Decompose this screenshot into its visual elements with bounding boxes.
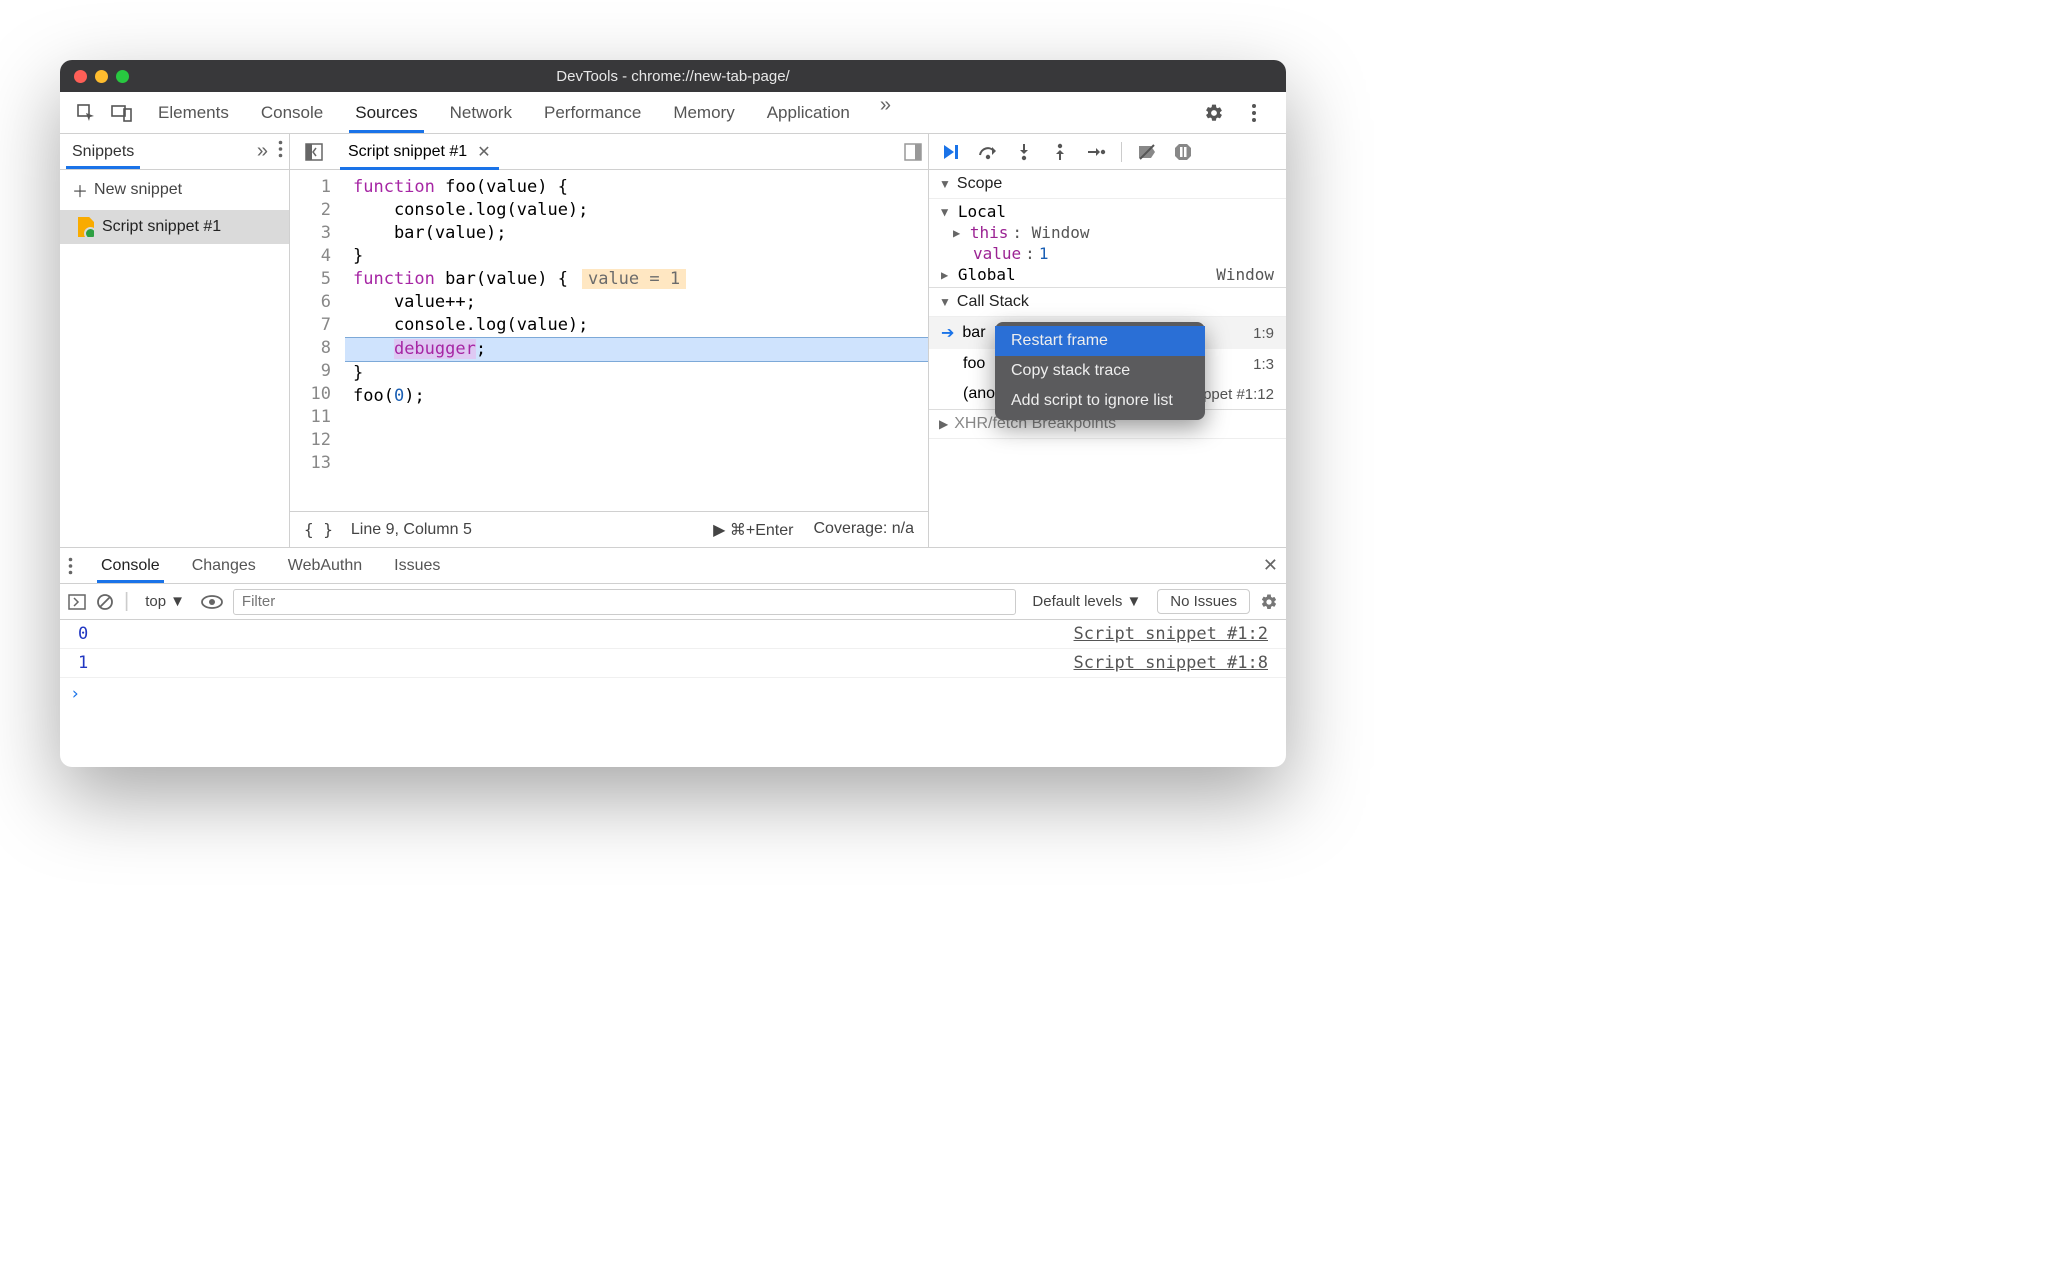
log-row[interactable]: 1 Script snippet #1:8 [60, 649, 1286, 678]
editor-pane: Script snippet #1 ✕ 12345678910111213 fu… [290, 134, 928, 547]
deactivate-breakpoints-button[interactable] [1132, 138, 1162, 166]
menu-add-ignore-list[interactable]: Add script to ignore list [995, 386, 1205, 416]
drawer-tab-webauthn[interactable]: WebAuthn [284, 550, 366, 582]
tab-elements[interactable]: Elements [156, 94, 231, 132]
step-over-button[interactable] [973, 138, 1003, 166]
inspect-element-icon[interactable] [71, 98, 101, 128]
tab-network[interactable]: Network [448, 94, 514, 132]
log-row[interactable]: 0 Script snippet #1:2 [60, 620, 1286, 649]
step-into-button[interactable] [1009, 138, 1039, 166]
snippet-item-label: Script snippet #1 [102, 218, 221, 236]
console-prompt[interactable]: › [60, 678, 1286, 710]
resume-button[interactable] [937, 138, 967, 166]
devtools-window: DevTools - chrome://new-tab-page/ Elemen… [60, 60, 1286, 767]
kebab-menu-icon[interactable] [1239, 98, 1269, 128]
current-exec-line: debugger; [345, 337, 928, 362]
editor-status-bar: { } Line 9, Column 5 ▶ ⌘+Enter Coverage:… [290, 511, 928, 547]
context-selector[interactable]: top ▼ [139, 590, 191, 613]
pause-on-exceptions-button[interactable] [1168, 138, 1198, 166]
snippet-item[interactable]: Script snippet #1 [60, 210, 289, 244]
scope-body: ▼ Local ▶ this: Window value:1 ▶ GlobalW… [929, 199, 1286, 287]
snippet-file-icon [78, 217, 94, 237]
log-source-link[interactable]: Script snippet #1:8 [1074, 653, 1268, 673]
editor-tab-label: Script snippet #1 [348, 143, 467, 161]
close-tab-icon[interactable]: ✕ [477, 142, 490, 162]
drawer-tab-changes[interactable]: Changes [188, 550, 260, 582]
run-snippet-button[interactable]: ▶ ⌘+Enter [713, 520, 793, 540]
new-snippet-label: New snippet [94, 181, 182, 199]
drawer-close-icon[interactable]: ✕ [1263, 555, 1278, 576]
drawer-menu-icon[interactable] [68, 557, 73, 575]
no-issues-button[interactable]: No Issues [1157, 589, 1250, 614]
sidebar-more-icon[interactable]: » [257, 140, 268, 163]
main-tabs: Elements Console Sources Network Perform… [156, 94, 1196, 132]
titlebar: DevTools - chrome://new-tab-page/ [60, 60, 1286, 92]
scope-header[interactable]: ▼ Scope [929, 170, 1286, 199]
menu-copy-stack-trace[interactable]: Copy stack trace [995, 356, 1205, 386]
log-levels-selector[interactable]: Default levels ▼ [1026, 590, 1147, 613]
tab-performance[interactable]: Performance [542, 94, 643, 132]
window-title: DevTools - chrome://new-tab-page/ [60, 68, 1286, 85]
console-output: 0 Script snippet #1:2 1 Script snippet #… [60, 620, 1286, 767]
drawer-tab-issues[interactable]: Issues [390, 550, 444, 582]
callstack-header[interactable]: ▼ Call Stack [929, 287, 1286, 317]
toggle-navigator-icon[interactable] [299, 137, 329, 167]
context-menu: Restart frame Copy stack trace Add scrip… [995, 322, 1205, 420]
menu-restart-frame[interactable]: Restart frame [995, 326, 1205, 356]
console-settings-icon[interactable] [1260, 593, 1278, 611]
console-sidebar-toggle-icon[interactable] [68, 594, 86, 610]
tab-sources[interactable]: Sources [353, 94, 419, 132]
line-gutter: 12345678910111213 [290, 170, 345, 511]
sidebar-tab-snippets[interactable]: Snippets [66, 136, 140, 168]
toggle-debugger-icon[interactable] [904, 143, 922, 161]
tab-application[interactable]: Application [765, 94, 852, 132]
debugger-pane: ▼ Scope ▼ Local ▶ this: Window value:1 ▶… [928, 134, 1286, 547]
coverage-status: Coverage: n/a [813, 520, 914, 540]
code-editor[interactable]: 12345678910111213 function foo(value) { … [290, 170, 928, 511]
tab-console[interactable]: Console [259, 94, 325, 132]
device-toggle-icon[interactable] [107, 98, 137, 128]
clear-console-icon[interactable] [96, 593, 114, 611]
main-toolbar: Elements Console Sources Network Perform… [60, 92, 1286, 134]
more-tabs-icon[interactable]: » [880, 94, 891, 132]
drawer-tab-console[interactable]: Console [97, 550, 164, 582]
tab-memory[interactable]: Memory [671, 94, 736, 132]
step-out-button[interactable] [1045, 138, 1075, 166]
plus-icon: ＋ [72, 178, 88, 202]
inline-value-hint: value = 1 [582, 269, 686, 289]
drawer: Console Changes WebAuthn Issues ✕ | top … [60, 547, 1286, 767]
navigator-sidebar: Snippets » ＋ New snippet Script snippet … [60, 134, 290, 547]
live-expression-icon[interactable] [201, 595, 223, 609]
cursor-position: Line 9, Column 5 [351, 521, 472, 539]
sidebar-menu-icon[interactable] [278, 140, 283, 163]
console-filter-input[interactable] [233, 589, 1016, 615]
new-snippet-button[interactable]: ＋ New snippet [60, 170, 289, 210]
debug-toolbar [929, 134, 1286, 170]
settings-icon[interactable] [1199, 98, 1229, 128]
triangle-down-icon: ▼ [939, 177, 951, 191]
log-source-link[interactable]: Script snippet #1:2 [1074, 624, 1268, 644]
pretty-print-icon[interactable]: { } [304, 520, 333, 539]
editor-tab[interactable]: Script snippet #1 ✕ [340, 135, 499, 169]
current-frame-icon: ➔ [941, 323, 954, 343]
step-button[interactable] [1081, 138, 1111, 166]
